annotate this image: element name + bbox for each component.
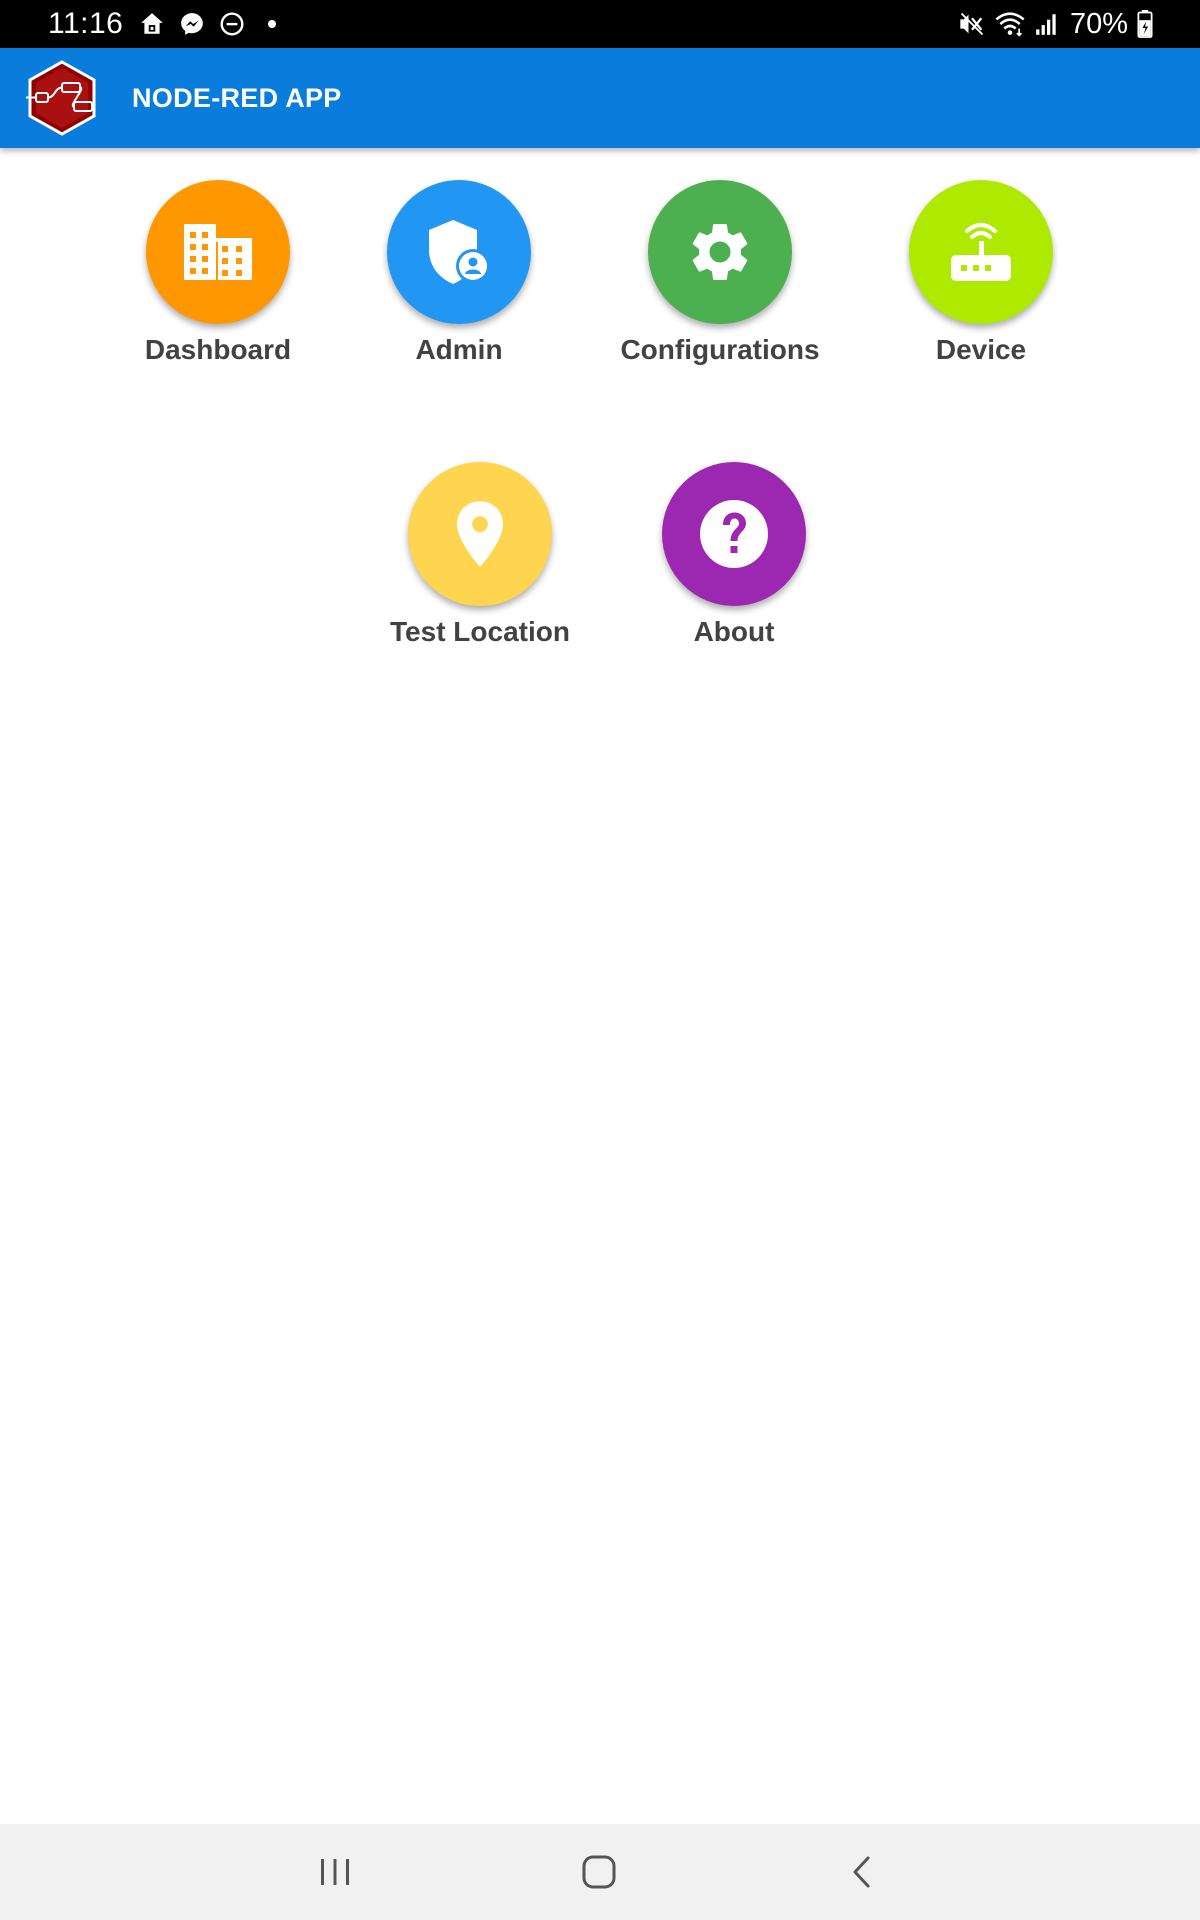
- app-title: NODE-RED APP: [132, 82, 342, 113]
- messenger-icon: [177, 9, 207, 39]
- tile-device-label: Device: [935, 334, 1027, 365]
- mute-icon: [958, 9, 986, 39]
- tile-configurations-label: Configurations: [620, 334, 820, 365]
- dot-icon: [257, 9, 287, 39]
- recents-icon[interactable]: [305, 1842, 365, 1902]
- router-icon: [951, 223, 1011, 281]
- tile-test-location-label: Test Location: [390, 616, 570, 647]
- battery-percent: 70%: [1069, 7, 1128, 40]
- status-bar: 11:16 70%: [0, 0, 1200, 48]
- tile-device-circle[interactable]: [909, 180, 1053, 324]
- home-icon[interactable]: [569, 1842, 629, 1902]
- node-red-logo-icon[interactable]: [22, 58, 102, 138]
- app-bar: NODE-RED APP: [0, 48, 1200, 148]
- screen: 11:16 70% NODE-RED APP Dashboard Admin C…: [0, 0, 1200, 1920]
- tile-dashboard[interactable]: Dashboard: [88, 180, 348, 366]
- tile-about-label: About: [693, 616, 775, 647]
- admin-shield-icon: [429, 220, 490, 284]
- tile-device[interactable]: Device: [851, 180, 1111, 366]
- battery-charging-icon: [1136, 9, 1154, 39]
- tile-test-location[interactable]: Test Location: [350, 462, 610, 648]
- tile-dashboard-label: Dashboard: [144, 334, 292, 365]
- tile-admin-circle[interactable]: [387, 180, 531, 324]
- status-right: 70%: [950, 8, 1154, 41]
- tile-admin[interactable]: Admin: [329, 180, 589, 366]
- building-icon: [184, 224, 252, 280]
- status-time: 11:16: [48, 7, 124, 40]
- location-pin-icon: [457, 501, 503, 567]
- help-circle-icon: [700, 500, 768, 568]
- tile-dashboard-circle[interactable]: [146, 180, 290, 324]
- do-not-disturb-icon: [217, 9, 247, 39]
- tile-admin-label: Admin: [415, 334, 503, 365]
- tile-about[interactable]: About: [604, 462, 864, 648]
- navigation-bar: [0, 1824, 1200, 1920]
- signal-icon: [1034, 9, 1060, 39]
- tile-about-circle[interactable]: [662, 462, 806, 606]
- tile-configurations[interactable]: Configurations: [590, 180, 850, 366]
- home-alert-icon: [137, 9, 167, 39]
- status-left: 11:16: [48, 7, 297, 41]
- wifi-icon: [994, 9, 1026, 39]
- tile-test-location-circle[interactable]: [408, 462, 552, 606]
- tile-configurations-circle[interactable]: [648, 180, 792, 324]
- gear-icon: [692, 223, 748, 280]
- back-icon[interactable]: [832, 1842, 892, 1902]
